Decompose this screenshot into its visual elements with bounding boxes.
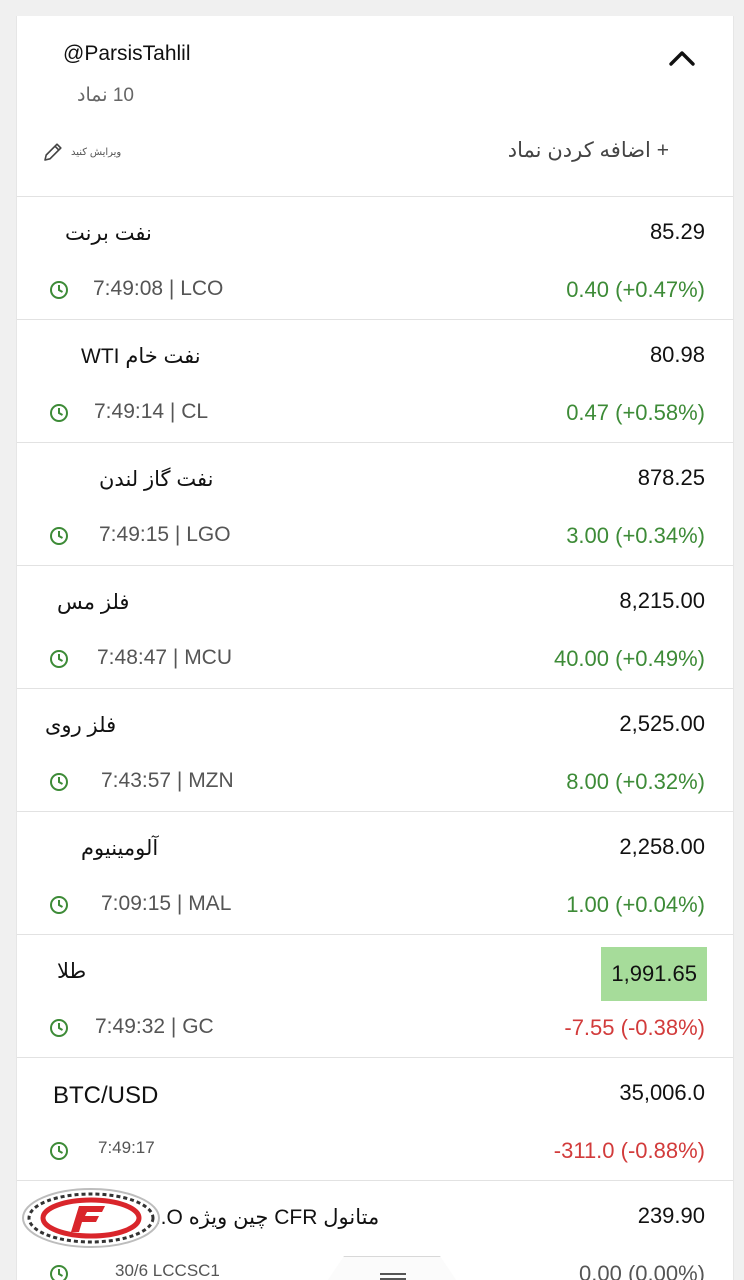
symbol-change: 40.00 (+0.49%) bbox=[553, 646, 705, 671]
symbol-name: فلز روی bbox=[45, 714, 117, 737]
symbol-count: 10 نماد bbox=[77, 85, 134, 106]
symbol-time-code: 7:49:15 | LGO bbox=[99, 523, 231, 546]
symbol-time-code: 7:48:47 | MCU bbox=[97, 646, 233, 669]
edit-button[interactable]: ویرایش کنید bbox=[41, 140, 121, 164]
watchlist-row[interactable]: نفت خام WTI 80.98 7:49:14 | CL 0.47 (+0.58%… bbox=[17, 320, 733, 443]
symbol-name: طلا bbox=[57, 960, 87, 983]
symbol-list: نفت برنت 85.29 7:49:08 | LCO 0.40 (+0.47%) ن… bbox=[17, 197, 733, 1280]
symbol-time-code: 7:43:57 | MZN bbox=[101, 769, 234, 792]
clock-icon bbox=[50, 281, 68, 299]
symbol-name: نفت برنت bbox=[65, 222, 152, 245]
symbol-time-code: 7:49:17 bbox=[98, 1138, 155, 1157]
symbol-change: -311.0 (-0.88%) bbox=[553, 1138, 705, 1163]
watchlist-row[interactable]: آلومینیوم 2,258.00 7:09:15 | MAL 1.00 (+0.0… bbox=[17, 812, 733, 935]
symbol-price: 80.98 bbox=[649, 342, 705, 367]
symbol-name: آلومینیوم bbox=[81, 837, 159, 860]
watchlist-card: @ParsisTahlil 10 نماد ویرایش کنید + اضاف… bbox=[16, 16, 734, 1280]
clock-icon bbox=[50, 404, 68, 422]
symbol-name: نفت گاز لندن bbox=[99, 468, 214, 491]
symbol-price: 8,215.00 bbox=[619, 588, 705, 613]
watchlist-row[interactable]: فلز مس 8,215.00 7:48:47 | MCU 40.00 (+0.49%… bbox=[17, 566, 733, 689]
watchlist-row[interactable]: طلا 1,991.65 7:49:32 | GC -7.55 (-0.38%) bbox=[17, 935, 733, 1058]
chevron-up-icon[interactable] bbox=[665, 46, 699, 70]
symbol-change: 0.40 (+0.47%) bbox=[566, 277, 705, 302]
symbol-name: فلز مس bbox=[57, 591, 130, 614]
symbol-price: 878.25 bbox=[637, 465, 705, 490]
symbol-time-code: 7:49:32 | GC bbox=[95, 1015, 214, 1038]
clock-icon bbox=[50, 1019, 68, 1037]
symbol-price: 35,006.0 bbox=[619, 1080, 705, 1105]
clock-icon bbox=[50, 1265, 68, 1280]
watchlist-header: @ParsisTahlil 10 نماد ویرایش کنید + اضاف… bbox=[17, 16, 733, 197]
symbol-price: 1,991.65 bbox=[601, 947, 707, 1001]
symbol-change: 0.47 (+0.58%) bbox=[566, 400, 705, 425]
watchlist-row[interactable]: نفت برنت 85.29 7:49:08 | LCO 0.40 (+0.47%) bbox=[17, 197, 733, 320]
symbol-price: 2,258.00 bbox=[619, 834, 705, 859]
symbol-name: متانول CFR چین ویژه O... bbox=[149, 1206, 380, 1229]
watchlist-row[interactable]: BTC/USD 35,006.0 7:49:17 -311.0 (-0.88%) bbox=[17, 1058, 733, 1181]
symbol-time-code: 30/6 LCCSC1 bbox=[115, 1261, 220, 1280]
brand-logo bbox=[22, 1188, 160, 1248]
symbol-time-code: 7:49:14 | CL bbox=[94, 400, 209, 423]
clock-icon bbox=[50, 650, 68, 668]
symbol-time-code: 7:49:08 | LCO bbox=[93, 277, 224, 300]
edit-label: ویرایش کنید bbox=[71, 146, 122, 158]
clock-icon bbox=[50, 1142, 68, 1160]
symbol-change: 1.00 (+0.04%) bbox=[566, 892, 705, 917]
symbol-change: -7.55 (-0.38%) bbox=[564, 1015, 705, 1040]
clock-icon bbox=[50, 527, 68, 545]
symbol-change: 3.00 (+0.34%) bbox=[566, 523, 705, 548]
clock-icon bbox=[50, 773, 68, 791]
symbol-name: نفت خام WTI bbox=[81, 345, 201, 368]
add-symbol-button[interactable]: + اضافه کردن نماد bbox=[508, 138, 669, 163]
watchlist-row[interactable]: فلز روی 2,525.00 7:43:57 | MZN 8.00 (+0.32%… bbox=[17, 689, 733, 812]
pencil-icon bbox=[44, 143, 62, 161]
symbol-price: 239.90 bbox=[637, 1203, 705, 1228]
watchlist-title: @ParsisTahlil bbox=[63, 42, 191, 65]
symbol-change: 0.00 (0.00%) bbox=[579, 1261, 705, 1280]
symbol-time-code: 7:09:15 | MAL bbox=[101, 892, 232, 915]
watchlist-row[interactable]: نفت گاز لندن 878.25 7:49:15 | LGO 3.00 (+0.… bbox=[17, 443, 733, 566]
symbol-price: 2,525.00 bbox=[619, 711, 705, 736]
clock-icon bbox=[50, 896, 68, 914]
symbol-name: BTC/USD bbox=[53, 1082, 159, 1109]
symbol-change: 8.00 (+0.32%) bbox=[566, 769, 705, 794]
symbol-price: 85.29 bbox=[649, 219, 705, 244]
